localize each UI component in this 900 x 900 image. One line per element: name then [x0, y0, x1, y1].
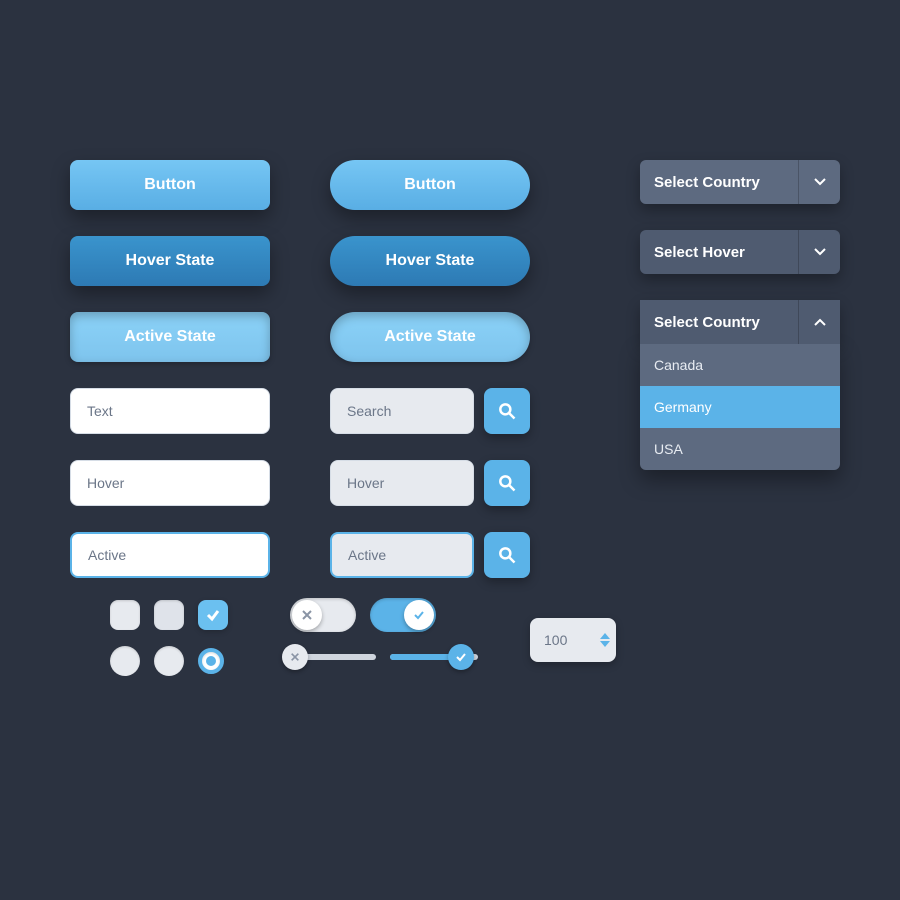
- select-option-selected[interactable]: Germany: [640, 386, 840, 428]
- slider-thumb[interactable]: [282, 644, 308, 670]
- check-icon: [205, 607, 221, 623]
- search-icon: [497, 401, 517, 421]
- search-button[interactable]: [484, 532, 530, 578]
- text-input[interactable]: Text: [70, 388, 270, 434]
- toggle-on[interactable]: [370, 598, 436, 632]
- button-label: Active State: [124, 328, 216, 346]
- input-placeholder: Hover: [87, 475, 124, 491]
- select-caret[interactable]: [798, 230, 840, 274]
- spinner-down-icon[interactable]: [600, 641, 610, 647]
- input-placeholder: Text: [87, 403, 113, 419]
- toggle-off[interactable]: [290, 598, 356, 632]
- check-icon: [413, 609, 425, 621]
- checkbox-hover[interactable]: [154, 600, 184, 630]
- slider-thumb[interactable]: [448, 644, 474, 670]
- slider-default[interactable]: [288, 654, 376, 660]
- button-label: Active State: [384, 328, 476, 346]
- select-option[interactable]: Canada: [640, 344, 840, 386]
- radio[interactable]: [110, 646, 140, 676]
- checkbox[interactable]: [110, 600, 140, 630]
- select-caret[interactable]: [798, 300, 840, 344]
- x-icon: [290, 652, 300, 662]
- text-input-active[interactable]: Active: [70, 532, 270, 578]
- number-spinner[interactable]: 100: [530, 618, 616, 662]
- chevron-down-icon: [814, 178, 826, 186]
- search-input-hover[interactable]: Hover: [330, 460, 474, 506]
- button-label: Hover State: [126, 252, 215, 270]
- search-button[interactable]: [484, 388, 530, 434]
- spinner-value: 100: [544, 632, 567, 648]
- select-label: Select Country: [640, 160, 798, 204]
- select-label: Select Hover: [640, 230, 798, 274]
- x-icon: [301, 609, 313, 621]
- select-open[interactable]: Select Country: [640, 300, 840, 344]
- button-label: Hover State: [386, 252, 475, 270]
- radio-checked[interactable]: [198, 648, 224, 674]
- button-hover-pill[interactable]: Hover State: [330, 236, 530, 286]
- select-caret[interactable]: [798, 160, 840, 204]
- chevron-down-icon: [814, 248, 826, 256]
- button-active-rect[interactable]: Active State: [70, 312, 270, 362]
- select-country[interactable]: Select Country: [640, 160, 840, 204]
- button-normal-pill[interactable]: Button: [330, 160, 530, 210]
- spinner-up-icon[interactable]: [600, 633, 610, 639]
- button-normal-rect[interactable]: Button: [70, 160, 270, 210]
- select-dropdown: Canada Germany USA: [640, 344, 840, 470]
- search-icon: [497, 545, 517, 565]
- search-input-active[interactable]: Active: [330, 532, 474, 578]
- button-hover-rect[interactable]: Hover State: [70, 236, 270, 286]
- search-button[interactable]: [484, 460, 530, 506]
- check-icon: [455, 651, 467, 663]
- text-input-hover[interactable]: Hover: [70, 460, 270, 506]
- select-option[interactable]: USA: [640, 428, 840, 470]
- chevron-up-icon: [814, 318, 826, 326]
- slider-active[interactable]: [390, 654, 478, 660]
- button-label: Button: [144, 176, 196, 194]
- input-placeholder: Search: [347, 403, 391, 419]
- input-placeholder: Active: [88, 547, 126, 563]
- search-icon: [497, 473, 517, 493]
- input-placeholder: Active: [348, 547, 386, 563]
- radio-hover[interactable]: [154, 646, 184, 676]
- search-input[interactable]: Search: [330, 388, 474, 434]
- input-placeholder: Hover: [347, 475, 384, 491]
- button-active-pill[interactable]: Active State: [330, 312, 530, 362]
- checkbox-checked[interactable]: [198, 600, 228, 630]
- toggle-knob: [404, 600, 434, 630]
- toggle-knob: [292, 600, 322, 630]
- select-hover[interactable]: Select Hover: [640, 230, 840, 274]
- select-label: Select Country: [640, 300, 798, 344]
- button-label: Button: [404, 176, 456, 194]
